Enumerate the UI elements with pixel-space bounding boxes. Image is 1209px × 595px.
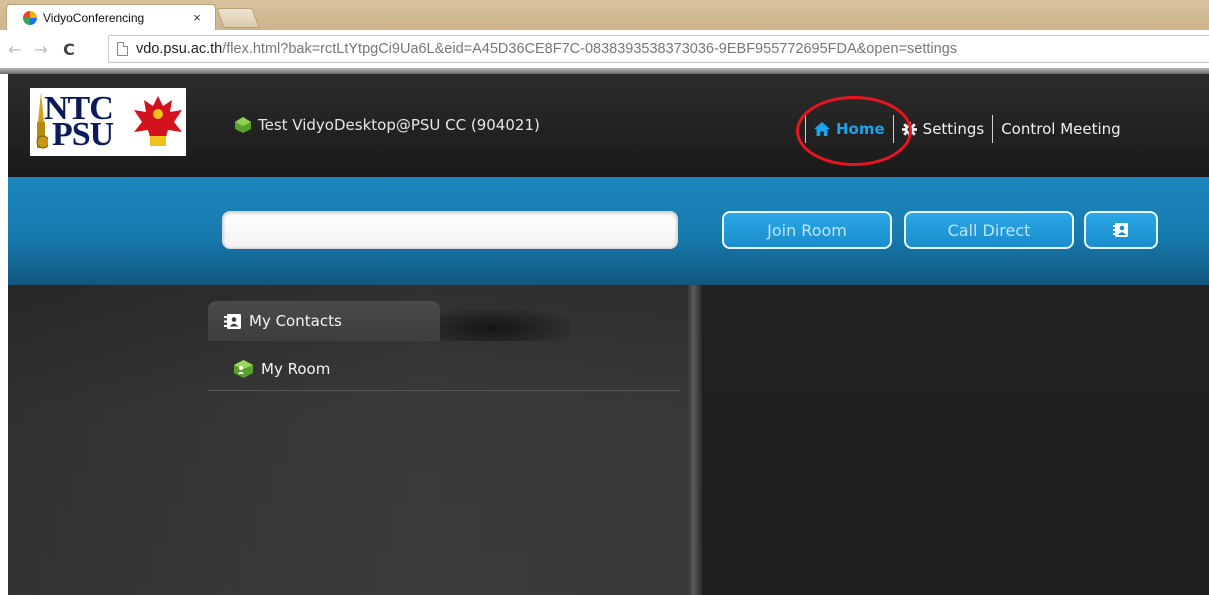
- app-left-border: [0, 74, 8, 595]
- panel-splitter[interactable]: [688, 285, 702, 595]
- back-arrow-icon[interactable]: ←: [4, 40, 26, 59]
- address-bar[interactable]: vdo.psu.ac.th/flex.html?bak=rctLtYtpgCi9…: [108, 35, 1209, 63]
- garuda-emblem-icon: [134, 96, 182, 146]
- main-content: My Contacts My Room: [8, 285, 1209, 595]
- browser-tabstrip: VidyoConferencing ×: [0, 0, 1209, 30]
- tab-my-contacts-label: My Contacts: [249, 312, 342, 330]
- nav-settings[interactable]: Settings: [894, 120, 993, 138]
- url-host: vdo.psu.ac.th: [136, 41, 223, 57]
- nav-home-label: Home: [836, 120, 885, 138]
- tab-my-contacts[interactable]: My Contacts: [208, 301, 440, 341]
- logo-text-psu: PSU: [52, 116, 114, 153]
- user-name: Test VidyoDesktop@PSU CC (904021): [258, 116, 540, 134]
- page-icon: [117, 42, 128, 56]
- new-tab-button[interactable]: [216, 8, 260, 28]
- browser-toolbar: ← → C vdo.psu.ac.th/flex.html?bak=rctLtY…: [0, 30, 1209, 68]
- search-input[interactable]: [222, 211, 678, 249]
- home-icon: [814, 122, 830, 136]
- nav-control-meeting[interactable]: Control Meeting: [993, 120, 1128, 138]
- reload-icon[interactable]: C: [58, 40, 80, 59]
- right-panel: [702, 285, 1209, 595]
- browser-tab[interactable]: VidyoConferencing ×: [6, 4, 216, 30]
- contacts-book-icon: [1113, 223, 1128, 237]
- gear-icon: [901, 121, 917, 137]
- top-navigation: Home Settings Control Meeting: [805, 114, 1129, 144]
- call-direct-button[interactable]: Call Direct: [904, 211, 1074, 249]
- vidyo-favicon-icon: [23, 10, 37, 25]
- left-panel: My Contacts My Room: [8, 285, 690, 595]
- browser-chrome: VidyoConferencing × ← → C vdo.psu.ac.th /…: [0, 0, 1209, 72]
- tab-close-icon[interactable]: ×: [187, 10, 207, 25]
- join-room-button[interactable]: Join Room: [722, 211, 892, 249]
- app-header: NTC PSU Test VidyoDesktop@PSU CC (904021…: [8, 74, 1209, 177]
- tab-shadow: [440, 309, 570, 341]
- nav-settings-label: Settings: [922, 120, 985, 138]
- browser-tab-title: VidyoConferencing: [43, 10, 145, 25]
- user-status-icon: [235, 117, 251, 133]
- url-path: /flex.html?bak=rctLtYtpgCi9Ua6L&eid=A45D…: [222, 41, 958, 57]
- nav-home[interactable]: Home: [806, 120, 893, 138]
- search-toolbar: Join Room Call Direct: [8, 177, 1209, 285]
- room-icon: [234, 359, 253, 378]
- sidebar-item-my-room-label: My Room: [261, 359, 331, 378]
- contacts-button[interactable]: [1084, 211, 1158, 249]
- user-info: Test VidyoDesktop@PSU CC (904021): [234, 116, 540, 134]
- ntc-psu-logo: NTC PSU: [30, 88, 186, 156]
- vidyo-app: NTC PSU Test VidyoDesktop@PSU CC (904021…: [0, 74, 1209, 595]
- sidebar-item-my-room[interactable]: My Room: [208, 347, 680, 391]
- forward-arrow-icon[interactable]: →: [30, 40, 52, 59]
- contacts-book-icon: [224, 313, 241, 329]
